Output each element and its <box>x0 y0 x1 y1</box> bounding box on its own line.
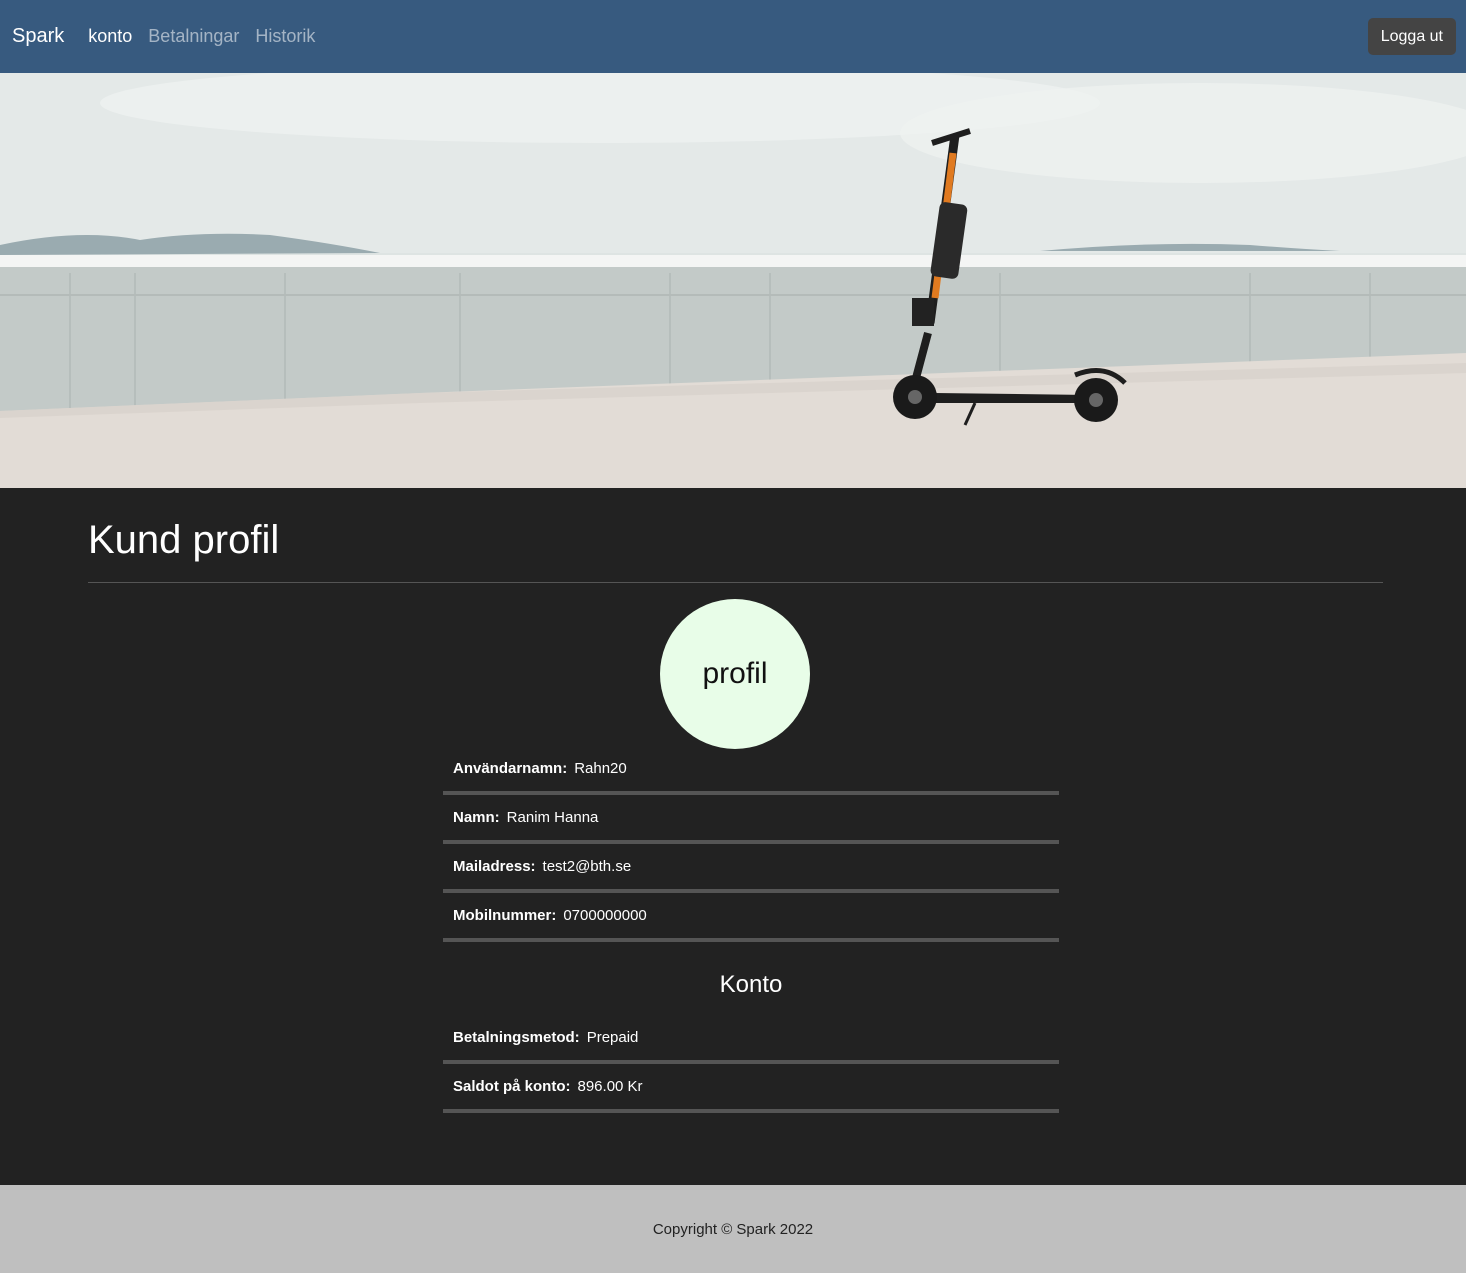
profile-info-list: Användarnamn: Rahn20 Namn: Ranim Hanna M… <box>443 746 1059 942</box>
footer: Copyright © Spark 2022 <box>0 1185 1466 1273</box>
field-label: Mobilnummer: <box>453 907 557 924</box>
profile-row-phone: Mobilnummer: 0700000000 <box>443 893 1059 942</box>
copyright-text: Copyright © Spark 2022 <box>652 1220 814 1238</box>
profile-row-username: Användarnamn: Rahn20 <box>443 746 1059 795</box>
title-divider <box>88 582 1383 583</box>
field-label: Mailadress: <box>453 858 536 875</box>
account-info-list: Betalningsmetod: Prepaid Saldot på konto… <box>443 1015 1059 1113</box>
field-value: 0700000000 <box>563 907 647 924</box>
field-value: Rahn20 <box>574 760 627 777</box>
brand-logo[interactable]: Spark <box>12 25 64 48</box>
field-label: Användarnamn: <box>453 760 568 777</box>
account-row-payment-method: Betalningsmetod: Prepaid <box>443 1015 1059 1064</box>
account-row-balance: Saldot på konto: 896.00 Kr <box>443 1064 1059 1113</box>
profile-section: Kund profil profil Användarnamn: Rahn20 … <box>0 488 1466 1185</box>
scooter-photo <box>0 73 1466 488</box>
field-label: Namn: <box>453 809 500 826</box>
avatar: profil <box>660 599 810 749</box>
nav-link-historik[interactable]: Historik <box>255 26 315 47</box>
page-title: Kund profil <box>88 518 280 562</box>
account-section-title: Konto <box>719 971 783 998</box>
nav-link-konto[interactable]: konto <box>88 26 132 47</box>
field-value: Ranim Hanna <box>506 809 599 826</box>
logout-button[interactable]: Logga ut <box>1367 18 1456 55</box>
hero-image <box>0 73 1466 488</box>
field-value: Prepaid <box>586 1029 639 1046</box>
field-value: 896.00 Kr <box>577 1078 643 1095</box>
top-navbar: Spark konto Betalningar Historik Logga u… <box>0 0 1466 73</box>
profile-row-email: Mailadress: test2@bth.se <box>443 844 1059 893</box>
profile-row-name: Namn: Ranim Hanna <box>443 795 1059 844</box>
field-label: Betalningsmetod: <box>453 1029 580 1046</box>
field-value: test2@bth.se <box>542 858 632 875</box>
nav-link-betalningar[interactable]: Betalningar <box>148 26 239 47</box>
field-label: Saldot på konto: <box>453 1078 571 1095</box>
avatar-label: profil <box>702 657 768 690</box>
